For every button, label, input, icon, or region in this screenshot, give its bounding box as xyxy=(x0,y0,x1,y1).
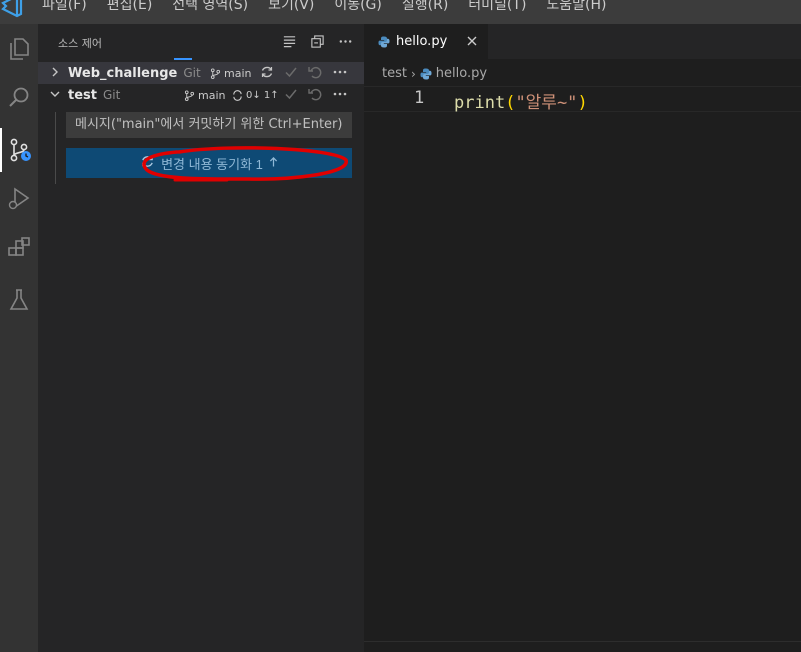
panel-actions xyxy=(280,32,354,50)
tab-hello-py[interactable]: hello.py xyxy=(364,24,488,59)
code-close-paren: ) xyxy=(577,93,588,113)
branch-indicator[interactable]: main xyxy=(184,89,225,102)
line-number: 1 xyxy=(414,88,425,108)
search-icon[interactable] xyxy=(0,76,38,120)
sync-icon xyxy=(140,154,155,173)
python-file-icon xyxy=(420,68,432,79)
sync-button-label: 변경 내용 동기화 1 xyxy=(161,156,263,172)
sync-counts: 0↓ 1↑ xyxy=(246,89,279,101)
repo-name: test xyxy=(68,87,97,103)
tab-label: hello.py xyxy=(396,34,448,49)
editor-area: hello.py test › hello.py 1 print("알루~") xyxy=(364,24,801,652)
menu-run[interactable]: 실행(R) xyxy=(402,0,456,16)
repo-kind: Git xyxy=(102,88,121,102)
repo-test[interactable]: test Git main 0↓ 1↑ xyxy=(38,84,364,106)
testing-icon[interactable] xyxy=(0,278,38,322)
commit-message-input[interactable]: 메시지("main"에서 커밋하기 위한 Ctrl+Enter) xyxy=(66,112,352,138)
undo-icon[interactable] xyxy=(308,87,322,105)
list-view-icon[interactable] xyxy=(280,32,298,50)
menu-help[interactable]: 도움말(H) xyxy=(546,0,614,16)
active-indicator xyxy=(174,58,192,60)
activity-bar xyxy=(0,24,38,652)
repo-web-challenge[interactable]: Web_challenge Git main xyxy=(38,62,364,84)
repo-kind: Git xyxy=(183,66,201,80)
editor-divider xyxy=(364,641,801,642)
tab-bar: hello.py xyxy=(364,24,801,59)
undo-icon[interactable] xyxy=(308,65,322,83)
more-icon[interactable] xyxy=(332,87,348,105)
menu-bar: 파일(F) 편집(E) 선택 영역(S) 보기(V) 이동(G) 실행(R) 터… xyxy=(0,0,801,24)
breadcrumb: test › hello.py xyxy=(382,66,487,81)
extensions-icon[interactable] xyxy=(0,227,38,271)
branch-icon xyxy=(184,89,195,101)
branch-indicator[interactable]: main xyxy=(210,67,251,80)
sync-changes-button[interactable]: 변경 내용 동기화 1 xyxy=(66,148,352,178)
menu-terminal[interactable]: 터미널(T) xyxy=(468,0,534,16)
code-line-1[interactable]: print("알루~") xyxy=(454,88,588,113)
menu-view[interactable]: 보기(V) xyxy=(268,0,322,16)
sync-icon xyxy=(233,89,242,101)
chevron-down-icon[interactable] xyxy=(50,89,64,102)
branch-name: main xyxy=(224,66,252,80)
commit-check-icon[interactable] xyxy=(284,87,298,105)
menu-edit[interactable]: 편집(E) xyxy=(107,0,161,16)
arrow-up-icon xyxy=(269,156,278,171)
commit-check-icon[interactable] xyxy=(284,65,298,83)
code-function: print xyxy=(454,93,506,113)
sync-status[interactable]: 0↓ 1↑ xyxy=(232,90,279,101)
breadcrumb-folder[interactable]: test xyxy=(382,66,407,81)
more-icon[interactable] xyxy=(332,65,348,83)
source-control-panel: 소스 제어 Web_challenge Git main test Git ma… xyxy=(38,24,364,652)
more-icon[interactable] xyxy=(336,32,354,50)
branch-name: main xyxy=(198,88,226,102)
breadcrumb-file[interactable]: hello.py xyxy=(436,66,487,81)
tree-indent-guide xyxy=(55,112,56,184)
menu-go[interactable]: 이동(G) xyxy=(334,0,390,16)
python-file-icon xyxy=(378,36,390,47)
menu-file[interactable]: 파일(F) xyxy=(42,0,95,16)
menu-items: 파일(F) 편집(E) 선택 영역(S) 보기(V) 이동(G) 실행(R) 터… xyxy=(42,0,627,16)
code-string: "알루~" xyxy=(515,93,578,113)
refresh-icon[interactable] xyxy=(260,65,274,83)
run-debug-icon[interactable] xyxy=(0,176,38,220)
panel-header: 소스 제어 xyxy=(38,24,364,60)
panel-title: 소스 제어 xyxy=(58,37,102,50)
vscode-logo-icon[interactable] xyxy=(0,0,24,18)
chevron-right-icon[interactable] xyxy=(50,67,64,80)
menu-selection[interactable]: 선택 영역(S) xyxy=(172,0,256,16)
code-open-paren: ( xyxy=(505,93,516,113)
close-icon[interactable] xyxy=(466,32,478,51)
files-icon[interactable] xyxy=(0,27,38,71)
collapse-icon[interactable] xyxy=(308,32,326,50)
branch-icon xyxy=(210,67,221,79)
chevron-right-icon: › xyxy=(410,66,416,81)
source-control-icon[interactable] xyxy=(0,128,38,172)
repo-name: Web_challenge xyxy=(68,65,178,81)
